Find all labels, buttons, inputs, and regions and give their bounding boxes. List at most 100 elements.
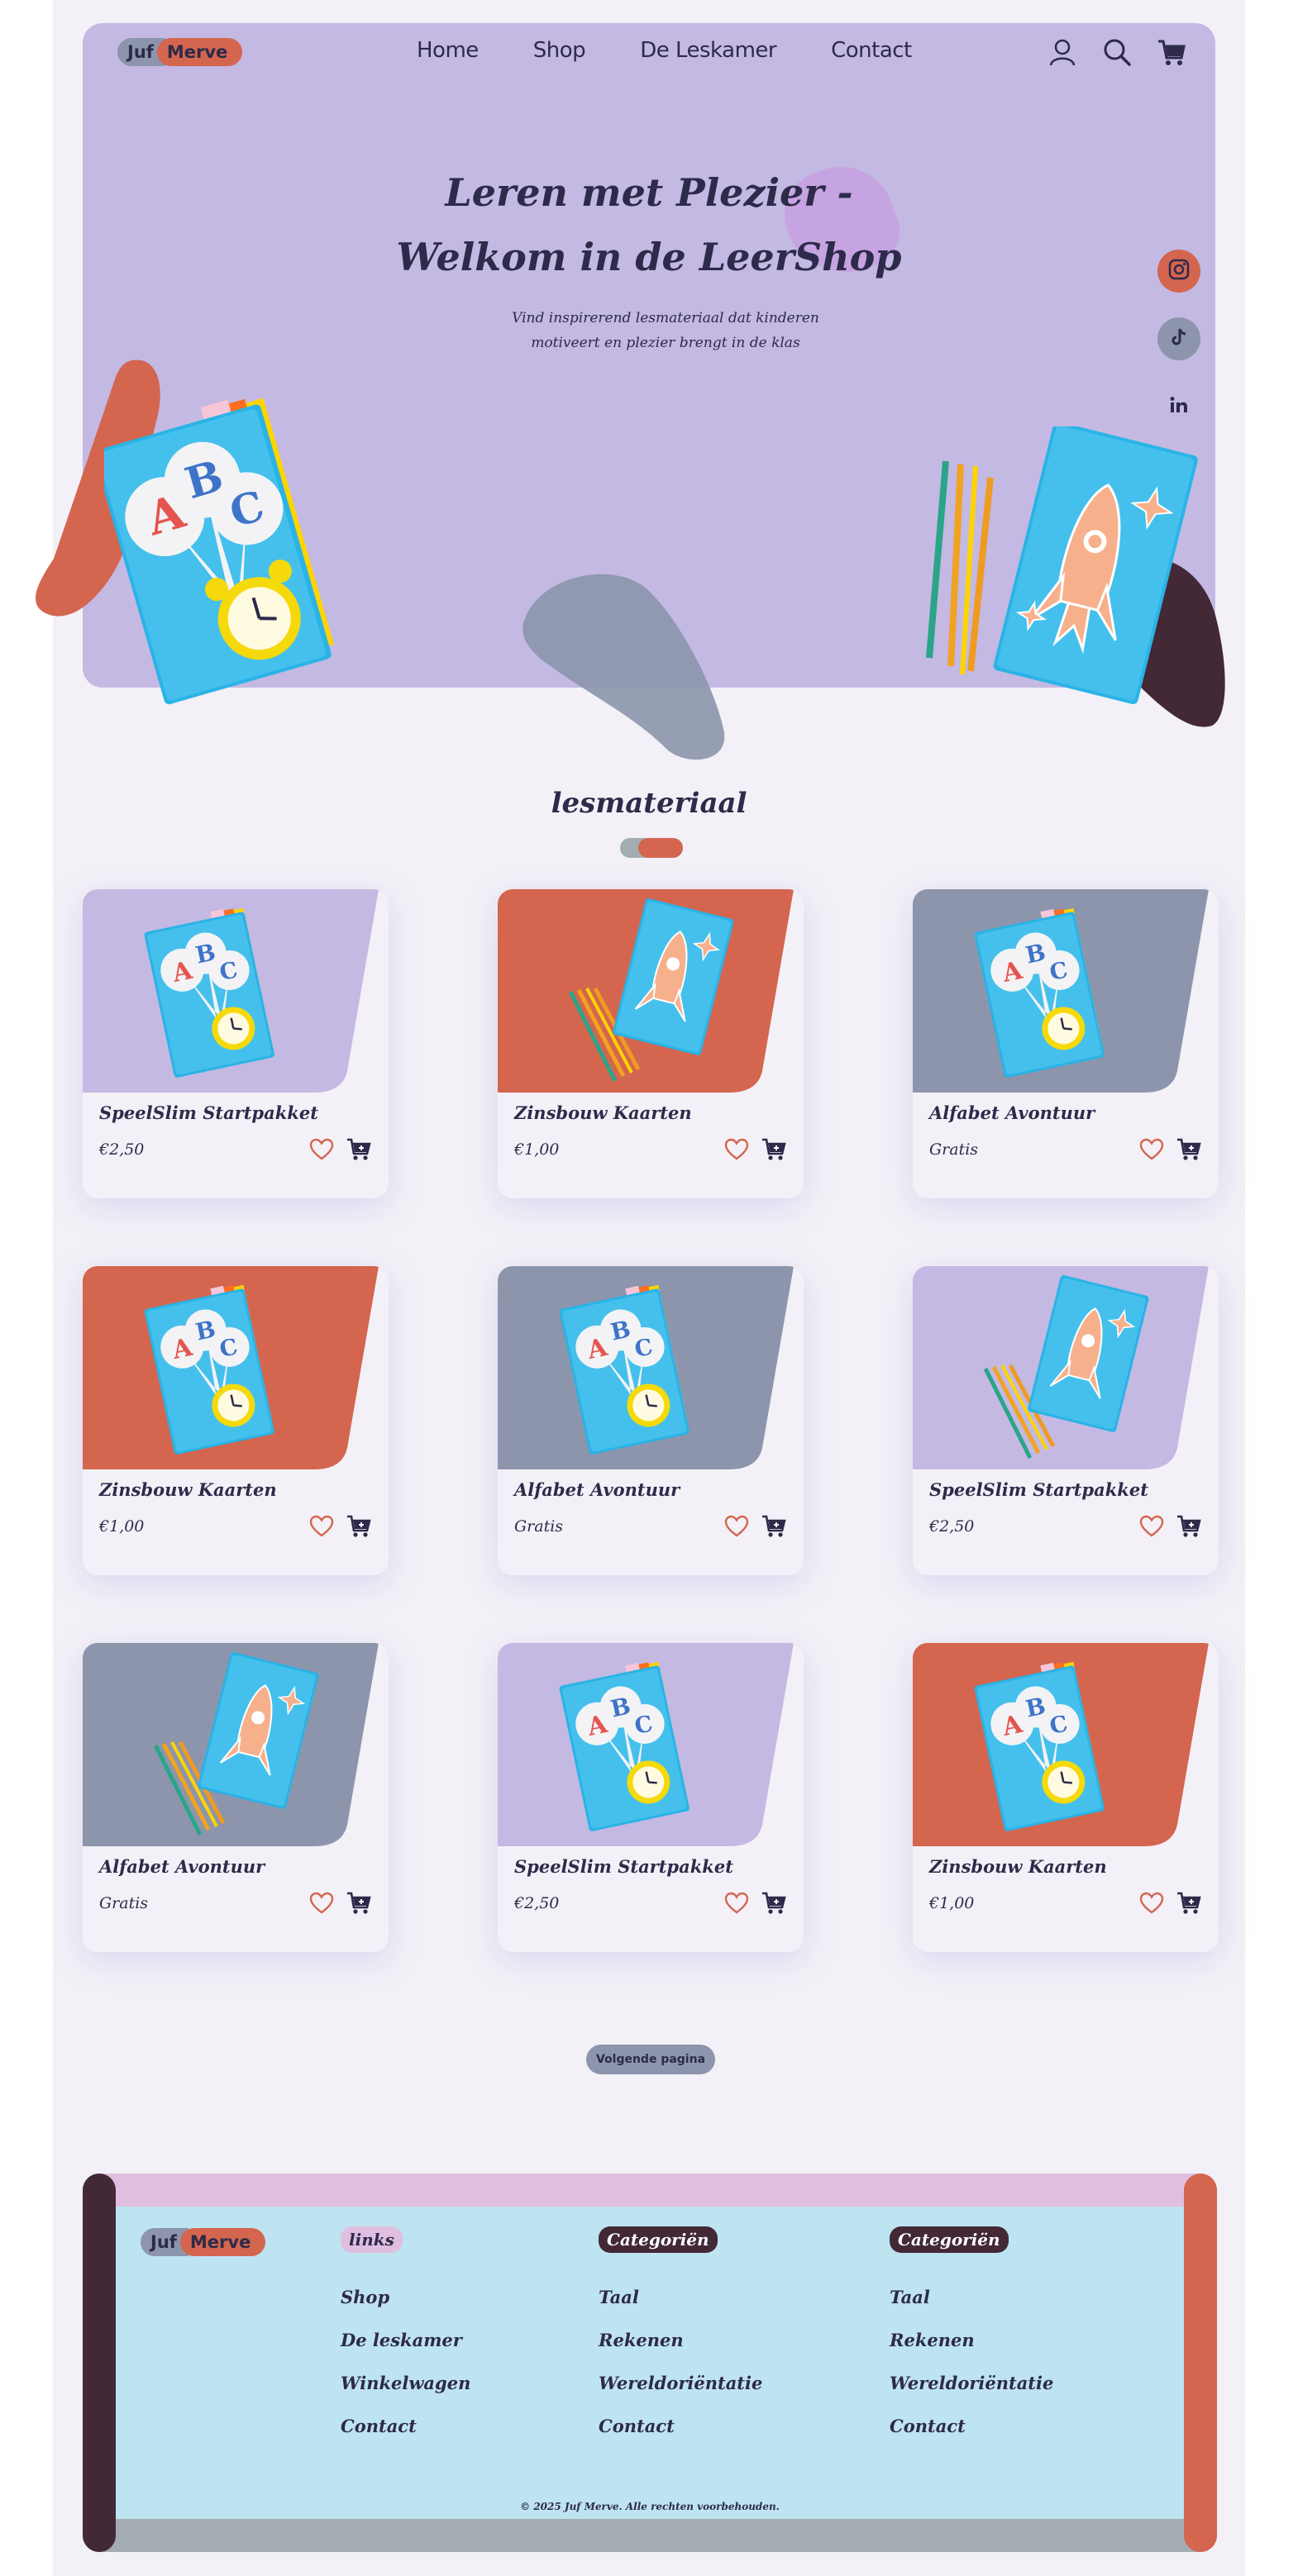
product-card[interactable]: A B C Alfabet Avontuur Gratis xyxy=(913,889,1219,1198)
add-to-cart-icon[interactable] xyxy=(346,1889,372,1916)
heart-icon[interactable] xyxy=(724,1514,749,1539)
nav-home[interactable]: Home xyxy=(417,38,479,63)
nav-icons xyxy=(1047,36,1187,68)
product-name[interactable]: Alfabet Avontuur xyxy=(929,1102,1095,1123)
rocket-book-illustration xyxy=(926,426,1198,705)
heart-icon[interactable] xyxy=(309,1514,334,1539)
product-name[interactable]: Zinsbouw Kaarten xyxy=(99,1479,277,1500)
footer-link-winkelwagen[interactable]: Winkelwagen xyxy=(341,2362,470,2405)
footer-link-taal[interactable]: Taal xyxy=(599,2276,762,2319)
product-price: Gratis xyxy=(929,1140,979,1159)
product-image[interactable]: A B C xyxy=(83,1266,389,1469)
footer-link-contact[interactable]: Contact xyxy=(599,2405,762,2448)
add-to-cart-icon[interactable] xyxy=(1176,1512,1202,1539)
hero-subtitle: Vind inspirerend lesmateriaal dat kinder… xyxy=(504,306,827,355)
product-name[interactable]: SpeelSlim Startpakket xyxy=(99,1102,318,1123)
footer-logo-merve: Merve xyxy=(179,2228,266,2256)
heart-icon[interactable] xyxy=(309,1137,334,1162)
footer-link-de-leskamer[interactable]: De leskamer xyxy=(341,2319,470,2362)
product-name[interactable]: Zinsbouw Kaarten xyxy=(929,1856,1107,1877)
product-card[interactable]: Alfabet Avontuur Gratis xyxy=(83,1643,389,1952)
heart-icon[interactable] xyxy=(309,1891,334,1916)
product-name[interactable]: SpeelSlim Startpakket xyxy=(929,1479,1148,1500)
product-price: €2,50 xyxy=(99,1140,145,1159)
abc-books-illustration: A B C xyxy=(104,398,334,705)
footer: Juf Merve links Shop De leskamer Winkelw… xyxy=(83,2174,1217,2552)
product-price: €2,50 xyxy=(929,1517,975,1536)
product-image[interactable]: A B C xyxy=(498,1643,804,1846)
footer-link-taal[interactable]: Taal xyxy=(890,2276,1053,2319)
footer-link-wereldorientatie[interactable]: Wereldoriëntatie xyxy=(890,2362,1053,2405)
instagram-icon xyxy=(1167,258,1191,284)
footer-column-links: links Shop De leskamer Winkelwagen Conta… xyxy=(341,2226,470,2448)
copyright-text: © 2025 Juf Merve. Alle rechten voorbehou… xyxy=(520,2501,780,2512)
cart-icon[interactable] xyxy=(1156,36,1187,68)
product-card[interactable]: A B C Zinsbouw Kaarten €1,00 xyxy=(913,1643,1219,1952)
product-name[interactable]: Alfabet Avontuur xyxy=(514,1479,680,1500)
section-title-decoration xyxy=(620,838,683,858)
heart-icon[interactable] xyxy=(1139,1891,1164,1916)
product-card[interactable]: A B C SpeelSlim Startpakket €2,50 xyxy=(498,1643,804,1952)
main-menu: Home Shop De Leskamer Contact xyxy=(417,38,966,63)
product-card[interactable]: Zinsbouw Kaarten €1,00 xyxy=(498,889,804,1198)
search-icon[interactable] xyxy=(1101,36,1133,68)
product-image[interactable]: A B C xyxy=(913,889,1219,1093)
product-image[interactable] xyxy=(913,1266,1219,1469)
product-name[interactable]: Zinsbouw Kaarten xyxy=(514,1102,692,1123)
add-to-cart-icon[interactable] xyxy=(1176,1889,1202,1916)
footer-link-shop[interactable]: Shop xyxy=(341,2276,470,2319)
heart-icon[interactable] xyxy=(1139,1137,1164,1162)
logo[interactable]: Juf Merve xyxy=(117,38,243,66)
footer-link-rekenen[interactable]: Rekenen xyxy=(599,2319,762,2362)
instagram-button[interactable] xyxy=(1157,250,1200,293)
slate-blob-shape xyxy=(523,574,725,760)
product-image[interactable] xyxy=(498,889,804,1093)
add-to-cart-icon[interactable] xyxy=(346,1136,372,1162)
product-price: Gratis xyxy=(99,1894,149,1912)
product-image[interactable] xyxy=(83,1643,389,1846)
heart-icon[interactable] xyxy=(724,1137,749,1162)
nav-de-leskamer[interactable]: De Leskamer xyxy=(640,38,776,63)
tiktok-icon xyxy=(1168,326,1190,351)
heart-icon[interactable] xyxy=(1139,1514,1164,1539)
footer-link-wereldorientatie[interactable]: Wereldoriëntatie xyxy=(599,2362,762,2405)
page: Juf Merve Home Shop De Leskamer Contact xyxy=(36,0,1245,2576)
product-name[interactable]: SpeelSlim Startpakket xyxy=(514,1856,733,1877)
footer-heading-categories: Categoriën xyxy=(890,2226,1009,2253)
section-title: lesmateriaal xyxy=(551,787,747,820)
footer-border-top xyxy=(83,2174,1217,2207)
product-image[interactable]: A B C xyxy=(498,1266,804,1469)
product-price: €1,00 xyxy=(99,1517,145,1536)
nav-shop[interactable]: Shop xyxy=(533,38,586,63)
add-to-cart-icon[interactable] xyxy=(346,1512,372,1539)
user-icon[interactable] xyxy=(1047,36,1078,68)
footer-border-left xyxy=(83,2174,116,2552)
footer-link-contact[interactable]: Contact xyxy=(341,2405,470,2448)
footer-column-categories-2: Categoriën Taal Rekenen Wereldoriëntatie… xyxy=(890,2226,1053,2448)
add-to-cart-icon[interactable] xyxy=(761,1889,787,1916)
product-price: €2,50 xyxy=(514,1894,560,1912)
product-image[interactable]: A B C xyxy=(913,1643,1219,1846)
top-navigation: Juf Merve Home Shop De Leskamer Contact xyxy=(83,23,1215,81)
footer-heading-links: links xyxy=(341,2226,403,2253)
product-price: €1,00 xyxy=(929,1894,975,1912)
footer-logo[interactable]: Juf Merve xyxy=(141,2228,266,2256)
product-card[interactable]: A B C Zinsbouw Kaarten €1,00 xyxy=(83,1266,389,1575)
product-name[interactable]: Alfabet Avontuur xyxy=(99,1856,265,1877)
nav-contact[interactable]: Contact xyxy=(831,38,912,63)
product-card[interactable]: A B C Alfabet Avontuur Gratis xyxy=(498,1266,804,1575)
next-page-button[interactable]: Volgende pagina xyxy=(586,2045,715,2074)
product-image[interactable]: A B C xyxy=(83,889,389,1093)
linkedin-icon xyxy=(1168,394,1190,419)
footer-link-contact[interactable]: Contact xyxy=(890,2405,1053,2448)
add-to-cart-icon[interactable] xyxy=(761,1512,787,1539)
add-to-cart-icon[interactable] xyxy=(1176,1136,1202,1162)
product-card[interactable]: A B C SpeelSlim Startpakket €2,50 xyxy=(83,889,389,1198)
add-to-cart-icon[interactable] xyxy=(761,1136,787,1162)
heart-icon[interactable] xyxy=(724,1891,749,1916)
linkedin-button[interactable] xyxy=(1157,385,1200,428)
footer-link-rekenen[interactable]: Rekenen xyxy=(890,2319,1053,2362)
product-price: Gratis xyxy=(514,1517,564,1536)
tiktok-button[interactable] xyxy=(1157,317,1200,360)
product-card[interactable]: SpeelSlim Startpakket €2,50 xyxy=(913,1266,1219,1575)
